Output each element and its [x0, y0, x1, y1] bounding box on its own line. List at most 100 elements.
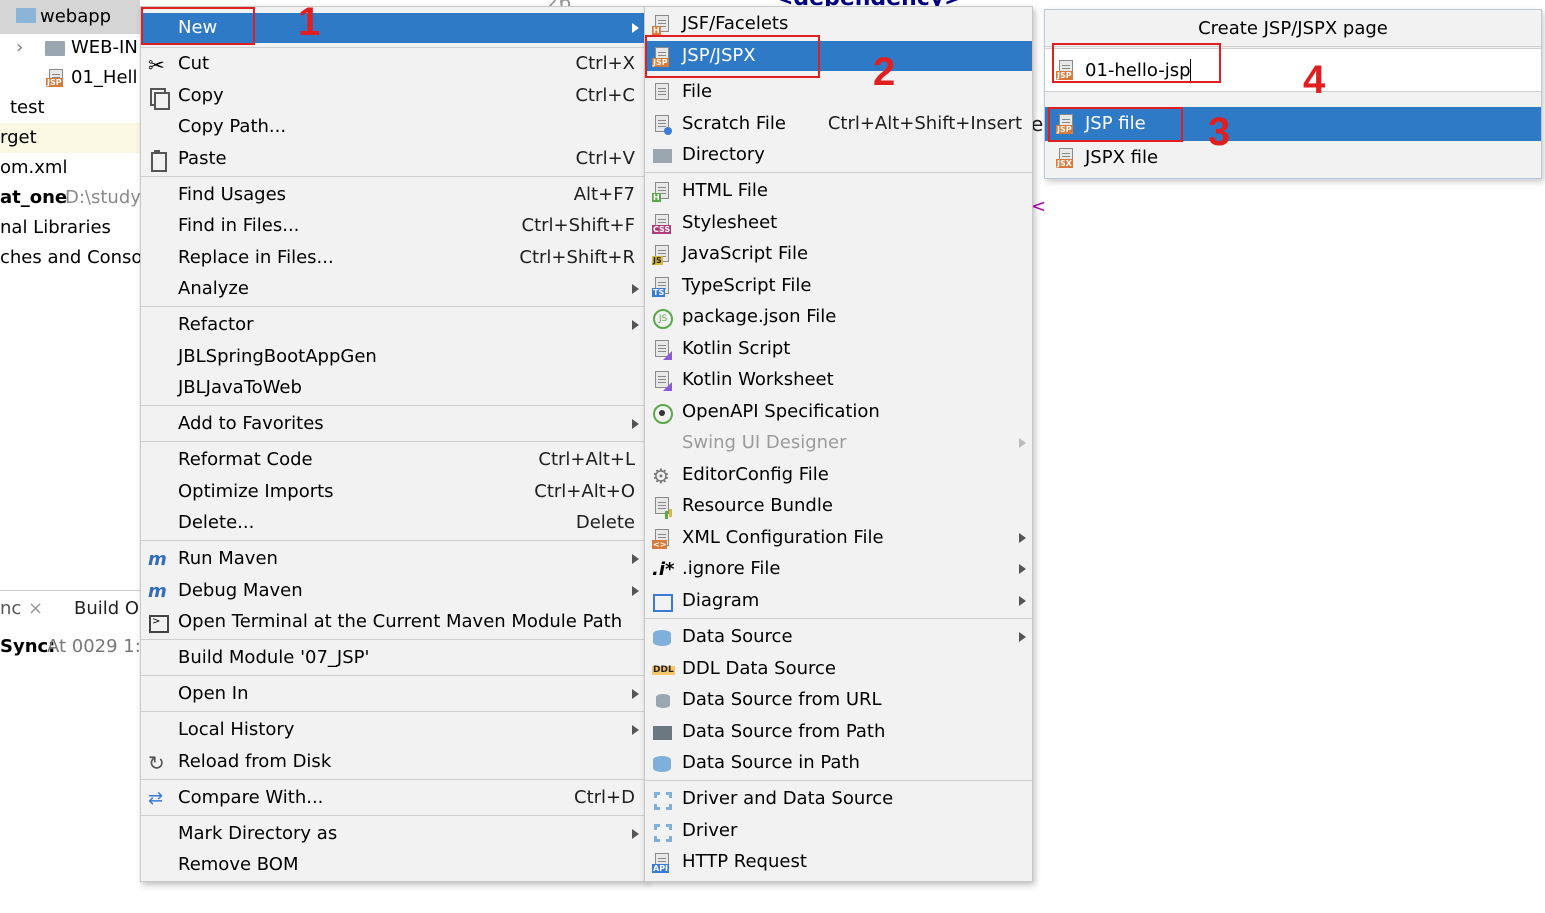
maven-debug-icon: m	[148, 581, 167, 602]
jspx-file-icon: JSX	[1056, 148, 1076, 168]
submenu-item-package-json[interactable]: JS package.json File	[645, 302, 1032, 332]
nodejs-icon: JS	[652, 308, 673, 329]
submenu-arrow-icon	[632, 23, 639, 33]
close-icon[interactable]: ×	[28, 598, 43, 619]
create-jsp-popup: Create JSP/JSPX page JSP JSP JSP file JS…	[1044, 9, 1542, 179]
annotation-step-3: 3	[1208, 110, 1231, 154]
submenu-item-directory[interactable]: Directory	[645, 140, 1032, 170]
menu-item-find-usages[interactable]: Find Usages Alt+F7	[141, 180, 645, 210]
ignore-file-icon: .i*	[652, 559, 675, 580]
submenu-item-diagram[interactable]: Diagram	[645, 586, 1032, 616]
new-submenu: H JSF/Facelets JSP JSP/JSPX File Scratch…	[644, 6, 1033, 882]
menu-item-mark-directory-as[interactable]: Mark Directory as	[141, 819, 645, 849]
menu-item-add-to-favorites[interactable]: Add to Favorites	[141, 409, 645, 439]
submenu-item-scratch-file[interactable]: Scratch File Ctrl+Alt+Shift+Insert	[645, 109, 1032, 139]
menu-item-find-in-files[interactable]: Find in Files... Ctrl+Shift+F	[141, 211, 645, 241]
submenu-arrow-icon	[1019, 438, 1026, 448]
kotlin-icon	[652, 371, 672, 391]
resource-bundle-icon	[652, 497, 672, 517]
openapi-icon	[652, 403, 673, 424]
submenu-item-xml-config[interactable]: <> XML Configuration File	[645, 523, 1032, 553]
submenu-item-html-file[interactable]: H HTML File	[645, 176, 1032, 206]
menu-item-run-maven[interactable]: m Run Maven	[141, 544, 645, 574]
reload-icon: ↻	[148, 751, 165, 775]
tree-row-target[interactable]: rget	[0, 123, 140, 153]
menu-item-reformat-code[interactable]: Reformat Code Ctrl+Alt+L	[141, 445, 645, 475]
popup-option-jspx-file[interactable]: JSX JSPX file	[1045, 141, 1541, 175]
annotation-step-1: 1	[298, 0, 321, 44]
submenu-arrow-icon	[1019, 533, 1026, 543]
kotlin-icon	[652, 340, 672, 360]
tab-sync[interactable]: nc	[0, 598, 21, 619]
paste-icon	[148, 150, 168, 172]
menu-item-copy[interactable]: Copy Ctrl+C	[141, 81, 645, 111]
menu-item-jbl-javatoweb[interactable]: JBLJavaToWeb	[141, 373, 645, 403]
submenu-arrow-icon	[632, 320, 639, 330]
submenu-arrow-icon	[632, 829, 639, 839]
context-menu: New ✂ Cut Ctrl+X Copy Ctrl+C Copy Path... …	[140, 6, 646, 882]
submenu-item-driver-and-data-source[interactable]: Driver and Data Source	[645, 784, 1032, 814]
menu-item-reload-from-disk[interactable]: ↻ Reload from Disk	[141, 747, 645, 777]
submenu-item-openapi[interactable]: OpenAPI Specification	[645, 397, 1032, 427]
submenu-arrow-icon	[632, 725, 639, 735]
menu-item-optimize-imports[interactable]: Optimize Imports Ctrl+Alt+O	[141, 477, 645, 507]
gear-icon: ⚙	[652, 464, 670, 488]
submenu-arrow-icon	[632, 689, 639, 699]
submenu-item-ddl-data-source[interactable]: DDL DDL Data Source	[645, 654, 1032, 684]
submenu-arrow-icon	[632, 586, 639, 596]
submenu-item-editorconfig[interactable]: ⚙ EditorConfig File	[645, 460, 1032, 490]
menu-item-paste[interactable]: Paste Ctrl+V	[141, 144, 645, 174]
submenu-item-swing-ui-designer: Swing UI Designer	[645, 428, 1032, 458]
editor-fragment-lt: <	[1031, 196, 1047, 217]
menu-item-compare-with[interactable]: ⇄ Compare With... Ctrl+D	[141, 783, 645, 813]
scissors-icon: ✂	[148, 53, 165, 77]
submenu-arrow-icon	[632, 284, 639, 294]
submenu-arrow-icon	[632, 554, 639, 564]
submenu-item-data-source[interactable]: Data Source	[645, 622, 1032, 652]
menu-item-build-module[interactable]: Build Module '07_JSP'	[141, 643, 645, 673]
annotation-box-jsp-file	[1048, 107, 1183, 142]
ddl-icon: DDL	[652, 665, 675, 675]
menu-item-jbl-springboot[interactable]: JBLSpringBootAppGen	[141, 342, 645, 372]
diagram-icon	[652, 592, 673, 612]
submenu-arrow-icon	[1019, 564, 1026, 574]
menu-item-copy-path[interactable]: Copy Path...	[141, 112, 645, 142]
submenu-item-ignore-file[interactable]: .i* .ignore File	[645, 554, 1032, 584]
submenu-item-file[interactable]: File	[645, 77, 1032, 107]
file-icon	[652, 83, 672, 103]
menu-item-analyze[interactable]: Analyze	[141, 274, 645, 304]
divider	[0, 590, 145, 591]
submenu-item-driver[interactable]: Driver	[645, 816, 1032, 846]
menu-item-delete[interactable]: Delete... Delete	[141, 508, 645, 538]
submenu-item-data-source-path[interactable]: Data Source from Path	[645, 717, 1032, 747]
folder-icon	[45, 41, 65, 56]
driver-icon	[652, 790, 672, 810]
menu-item-open-terminal[interactable]: > Open Terminal at the Current Maven Mod…	[141, 607, 645, 637]
submenu-arrow-icon	[1019, 596, 1026, 606]
submenu-item-data-source-url[interactable]: Data Source from URL	[645, 685, 1032, 715]
menu-item-refactor[interactable]: Refactor	[141, 310, 645, 340]
submenu-arrow-icon	[632, 419, 639, 429]
tree-row-webapp[interactable]: webapp	[0, 0, 140, 34]
submenu-item-typescript-file[interactable]: TS TypeScript File	[645, 271, 1032, 301]
submenu-item-data-source-in-path[interactable]: Data Source in Path	[645, 748, 1032, 778]
menu-item-cut[interactable]: ✂ Cut Ctrl+X	[141, 49, 645, 79]
menu-item-debug-maven[interactable]: m Debug Maven	[141, 576, 645, 606]
submenu-item-http-request[interactable]: API HTTP Request	[645, 847, 1032, 877]
submenu-item-kotlin-script[interactable]: Kotlin Script	[645, 334, 1032, 364]
chevron-right-icon[interactable]: ›	[16, 33, 23, 63]
submenu-item-stylesheet[interactable]: CSS Stylesheet	[645, 208, 1032, 238]
submenu-item-javascript-file[interactable]: JS JavaScript File	[645, 239, 1032, 269]
menu-item-replace-in-files[interactable]: Replace in Files... Ctrl+Shift+R	[141, 243, 645, 273]
build-tool-window: nc × Build O Sync: At 0029 1:	[0, 590, 145, 690]
tab-build-output[interactable]: Build O	[74, 598, 139, 619]
ts-file-icon: TS	[652, 277, 672, 297]
submenu-item-kotlin-worksheet[interactable]: Kotlin Worksheet	[645, 365, 1032, 395]
scratch-file-icon	[652, 115, 672, 135]
menu-item-open-in[interactable]: Open In	[141, 679, 645, 709]
html-file-icon: H	[652, 182, 672, 202]
menu-item-remove-bom[interactable]: Remove BOM	[141, 850, 645, 880]
copy-icon	[148, 87, 170, 110]
submenu-item-resource-bundle[interactable]: Resource Bundle	[645, 491, 1032, 521]
menu-item-local-history[interactable]: Local History	[141, 715, 645, 745]
